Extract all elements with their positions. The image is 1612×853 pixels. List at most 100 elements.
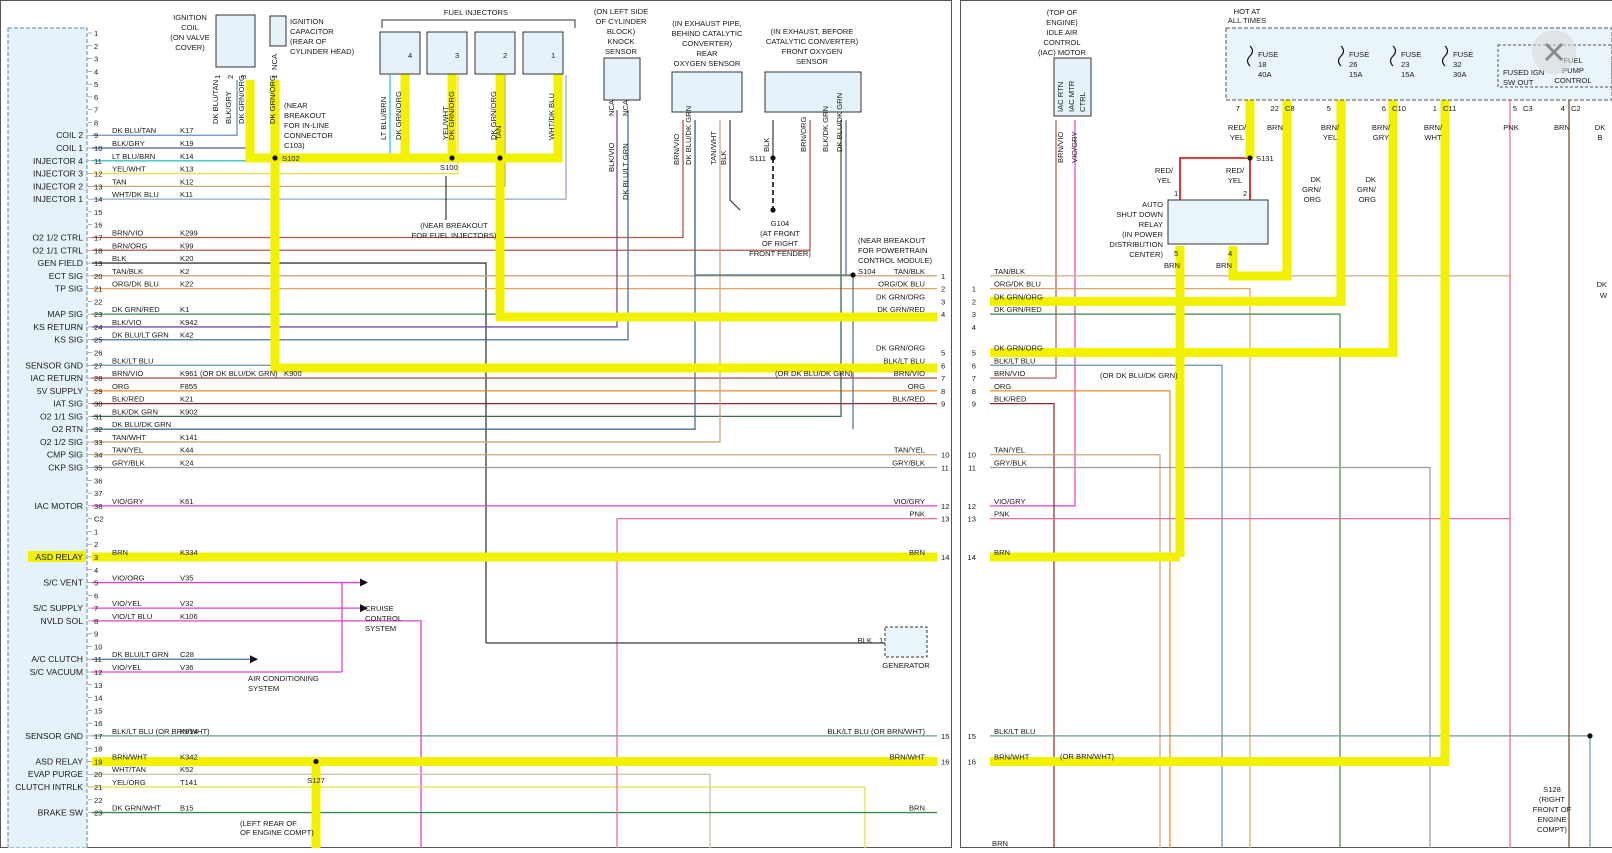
rear-o2-wire-label: DK BLU/DK GRN <box>684 106 693 165</box>
harness-wire-label: ORG <box>908 382 925 391</box>
pin-number: 23 <box>94 310 102 319</box>
harness-wire-label: BLK/LT BLU (OR BRN/WHT) <box>827 727 925 736</box>
knock-sensor-label: KNOCK <box>607 37 634 46</box>
pdc-connector: C8 <box>1285 104 1295 113</box>
ignition-capacitor-label: IGNITION <box>290 17 324 26</box>
pcm-pin-label: CKP SIG <box>48 463 83 473</box>
harness-wire-label: PNK <box>994 510 1010 519</box>
knock-wire-label: BLK/VIO <box>607 142 616 172</box>
s102-note: BREAKOUT <box>284 111 326 120</box>
injector-wire-label: WHT/DK BLU <box>547 93 556 140</box>
fuse-label: 30A <box>1453 70 1467 79</box>
wire-alt-label: (OR DK BLU/DK GRN) <box>200 369 278 378</box>
pcm-pin-label: S/C VENT <box>43 578 83 588</box>
hot-at-all-times-label: ALL TIMES <box>1228 16 1266 25</box>
pin-number: 17 <box>94 732 102 741</box>
wire-blk <box>730 120 740 210</box>
injector-number: 4 <box>408 51 412 60</box>
iac-wire-label: BRN/VIO <box>1056 132 1065 163</box>
harness-pin: 1 <box>972 285 976 294</box>
s100-splice <box>497 155 502 160</box>
wire-color-label: VIO/YEL <box>112 663 142 672</box>
pin-number: 8 <box>94 617 98 626</box>
harness-wire-label: DK GRN/ORG <box>994 344 1043 353</box>
pdc-wire-label: YEL <box>1323 133 1337 142</box>
wiring-diagram: 1234567891011121314151617181920212223242… <box>0 0 1612 848</box>
s104-label: S104 <box>858 267 876 276</box>
relay-pin: 5 <box>1174 249 1178 258</box>
rear-o2-sensor-label: CONVERTER) <box>682 39 733 48</box>
pdc-pin: 1 <box>1433 104 1437 113</box>
iac-motor-label: CONTROL <box>1043 38 1080 47</box>
pcm-pin-label: INJECTOR 1 <box>33 194 83 204</box>
pin-number: C2 <box>94 515 104 524</box>
knock-sensor-label: (ON LEFT SIDE <box>594 7 648 16</box>
pcm-pin-label: A/C CLUTCH <box>31 654 83 664</box>
coil-wire-label: DK GRN/ORG <box>237 75 246 124</box>
close-button[interactable] <box>1532 30 1576 74</box>
wire-alt-label: (OR DK BLU/DK GRN) <box>775 369 853 378</box>
circuit-label: C28 <box>180 650 194 659</box>
s111-label: S111 <box>749 154 766 163</box>
s128-label: ENGINE <box>1537 815 1566 824</box>
coil-pin: 1 <box>213 75 222 79</box>
relay-wire-label: YEL <box>1228 176 1242 185</box>
wire-blk <box>92 263 486 643</box>
close-icon <box>1532 30 1576 74</box>
pcm-pin-label: S/C SUPPLY <box>33 603 83 613</box>
front-o2-sensor-label: SENSOR <box>796 57 829 66</box>
pin-number: 29 <box>94 387 102 396</box>
iac-wire-label: VIO/GRY <box>1070 131 1079 163</box>
s127-label: S127 <box>307 776 325 785</box>
circuit-label: K299 <box>180 228 198 237</box>
k900-label: K900 <box>284 369 302 378</box>
s131-splice <box>1247 155 1252 160</box>
harness-pin: 9 <box>941 400 945 409</box>
wire-color-label: DK BLU/LT GRN <box>112 331 169 340</box>
pdc-pin: 5 <box>1327 104 1331 113</box>
harness-pin: 11 <box>941 464 949 473</box>
pin-number: 15 <box>94 706 102 715</box>
front-o2-wire-label: BLK <box>762 138 771 152</box>
pdc-wire-label: PNK <box>1503 123 1519 132</box>
pcm-pin-label: INJECTOR 2 <box>33 181 83 191</box>
wire-color-label: DK BLU/LT GRN <box>112 650 169 659</box>
fused-ign-label: SW OUT <box>1503 78 1534 87</box>
ignition-capacitor-label: (REAR OF <box>290 37 327 46</box>
harness-wire-label: ORG/DK BLU <box>878 280 925 289</box>
s102-note: CONNECTOR <box>284 131 333 140</box>
pdc-pin: 5 <box>1513 104 1517 113</box>
pcm-pin-label: O2 1/2 CTRL <box>32 232 83 242</box>
wire-color-label: BRN/VIO <box>112 228 143 237</box>
dk-grn-label: DK <box>1310 175 1321 184</box>
harness-wire-label: TAN/YEL <box>894 446 925 455</box>
pin-number: 14 <box>94 195 102 204</box>
wire-color-label: TAN/BLK <box>112 267 143 276</box>
pin-number: 14 <box>94 694 102 703</box>
s102-label: S102 <box>282 154 300 163</box>
ignition-coil-label: COIL <box>181 23 199 32</box>
pcm-pin-label: INJECTOR 4 <box>33 156 83 166</box>
wire-color-label: DK GRN/RED <box>112 305 160 314</box>
pin-number: 20 <box>94 770 102 779</box>
pdc-wire-label: BRN/ <box>1372 123 1391 132</box>
circuit-label: K961 <box>180 369 198 378</box>
s104-note: FOR POWERTRAIN <box>858 246 927 255</box>
fuse-label: 18 <box>1258 60 1266 69</box>
iac-motor-label: (IAC) MOTOR <box>1038 48 1086 57</box>
pin-number: 17 <box>94 233 102 242</box>
fuse-label: 15A <box>1401 70 1415 79</box>
coil-wire-label: DK BLU/TAN <box>211 80 220 124</box>
s128-label: COMPT) <box>1537 825 1567 834</box>
pin-number: 3 <box>94 55 98 64</box>
harness-pin: 5 <box>941 349 945 358</box>
pin-number: 34 <box>94 451 102 460</box>
pcm-pin-label: GEN FIELD <box>38 258 83 268</box>
pcm-pin-label: KS RETURN <box>33 322 83 332</box>
pdc-wire-label: GRY <box>1373 133 1389 142</box>
pin-number: 25 <box>94 336 102 345</box>
wire-color-label: BRN <box>112 548 128 557</box>
circuit-label: K106 <box>180 612 198 621</box>
s127-splice <box>313 759 318 764</box>
wire-color-label: TAN/WHT <box>112 433 146 442</box>
